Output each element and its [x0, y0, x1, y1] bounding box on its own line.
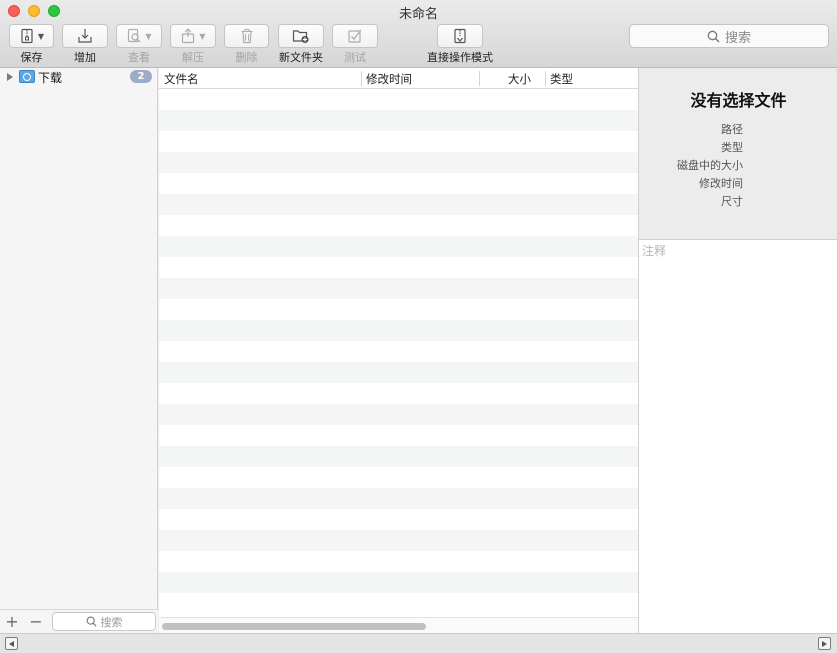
file-list[interactable]: 文件名 修改时间 大小 类型: [159, 68, 638, 633]
notes-field[interactable]: 注释: [642, 242, 666, 259]
column-header-name[interactable]: 文件名: [164, 71, 199, 87]
toolbar: 未命名 ▼ 保存 增加 ▼ 查看 ▼ 解压 删除 新文件夹 测试 直接操作模式 …: [0, 0, 837, 68]
empty-row: [159, 194, 638, 215]
chevron-down-icon: ▼: [37, 31, 45, 41]
empty-row: [159, 551, 638, 572]
extract-icon: [182, 28, 195, 44]
empty-row: [159, 236, 638, 257]
empty-row: [159, 383, 638, 404]
chevron-down-icon: ▼: [199, 31, 206, 41]
sidebar-bottom-bar: + − 搜索: [0, 609, 158, 633]
new-folder-label: 新文件夹: [279, 51, 323, 64]
chevron-down-icon: ▼: [145, 31, 152, 41]
delete-button[interactable]: [224, 24, 269, 48]
empty-row: [159, 530, 638, 551]
sidebar-search-field[interactable]: 搜索: [52, 612, 156, 631]
add-label: 增加: [74, 51, 96, 64]
empty-row: [159, 509, 638, 530]
delete-label: 删除: [235, 51, 258, 64]
info-panel: 没有选择文件 路径 类型 磁盘中的大小 修改时间 尺寸 注释: [638, 68, 837, 633]
view-button[interactable]: ▼: [116, 24, 162, 48]
empty-row: [159, 446, 638, 467]
test-button[interactable]: [332, 24, 378, 48]
column-header-size[interactable]: 大小: [508, 71, 531, 87]
search-icon: [86, 616, 97, 627]
column-divider[interactable]: [545, 71, 546, 86]
remove-source-button[interactable]: −: [29, 612, 43, 631]
count-badge: 2: [130, 70, 152, 83]
archive-save-icon: [21, 28, 33, 44]
column-header-modified[interactable]: 修改时间: [366, 71, 412, 87]
view-label: 查看: [128, 51, 150, 64]
empty-row: [159, 257, 638, 278]
empty-row: [159, 89, 638, 110]
info-summary: 没有选择文件 路径 类型 磁盘中的大小 修改时间 尺寸: [639, 68, 837, 240]
search-icon: [707, 30, 720, 42]
column-divider[interactable]: [361, 71, 362, 86]
column-header-kind[interactable]: 类型: [550, 71, 573, 87]
new-folder-button[interactable]: [278, 24, 324, 48]
toolbar-search-field[interactable]: 搜索: [629, 24, 829, 48]
empty-row: [159, 320, 638, 341]
arrow-right-icon: [822, 640, 827, 647]
sidebar-item-label: 下载: [38, 71, 63, 85]
window-title: 未命名: [398, 7, 438, 22]
sidebar: 下载 2 + − 搜索: [0, 68, 158, 633]
toggle-info-panel-button[interactable]: [818, 637, 831, 650]
direct-mode-button[interactable]: [437, 24, 483, 48]
column-divider[interactable]: [479, 71, 480, 86]
arrow-left-icon: [9, 640, 14, 647]
trash-icon: [241, 29, 252, 44]
downloads-folder-icon: [19, 70, 35, 83]
empty-row: [159, 488, 638, 509]
empty-row: [159, 110, 638, 131]
empty-row: [159, 404, 638, 425]
empty-row: [159, 572, 638, 593]
direct-mode-label: 直接操作模式: [427, 51, 493, 64]
info-field-path: 路径: [721, 123, 743, 136]
empty-row: [159, 173, 638, 194]
add-tray-icon: [78, 29, 92, 43]
info-title: 没有选择文件: [690, 91, 787, 110]
empty-row: [159, 152, 638, 173]
add-source-button[interactable]: +: [5, 612, 19, 631]
info-field-kind: 类型: [721, 141, 743, 154]
empty-row: [159, 341, 638, 362]
scrollbar-thumb[interactable]: [162, 623, 426, 630]
info-field-modified: 修改时间: [699, 177, 743, 190]
info-field-disk-size: 磁盘中的大小: [677, 159, 743, 172]
empty-row: [159, 467, 638, 488]
add-button[interactable]: [62, 24, 108, 48]
empty-row: [159, 278, 638, 299]
bottom-bar: [0, 633, 837, 653]
empty-row: [159, 593, 638, 614]
toolbar-search-placeholder: 搜索: [724, 30, 751, 46]
sidebar-search-placeholder: 搜索: [100, 615, 123, 629]
empty-row: [159, 362, 638, 383]
save-label: 保存: [20, 51, 43, 64]
direct-mode-icon: [454, 28, 466, 44]
file-list-rows: [159, 89, 638, 616]
new-folder-icon: [292, 30, 309, 44]
extract-label: 解压: [182, 51, 204, 64]
empty-row: [159, 131, 638, 152]
info-field-dimensions: 尺寸: [721, 195, 743, 208]
sidebar-item-downloads[interactable]: 下载 2: [0, 68, 158, 86]
test-label: 测试: [344, 51, 366, 64]
extract-button[interactable]: ▼: [170, 24, 216, 48]
toggle-sidebar-button[interactable]: [5, 637, 18, 650]
quicklook-icon: [128, 28, 141, 43]
horizontal-scrollbar[interactable]: [159, 617, 638, 633]
save-button[interactable]: ▼: [9, 24, 54, 48]
test-check-icon: [348, 29, 362, 43]
disclosure-triangle-icon[interactable]: [7, 73, 13, 81]
empty-row: [159, 299, 638, 320]
file-list-header: 文件名 修改时间 大小 类型: [159, 68, 638, 89]
empty-row: [159, 425, 638, 446]
empty-row: [159, 215, 638, 236]
